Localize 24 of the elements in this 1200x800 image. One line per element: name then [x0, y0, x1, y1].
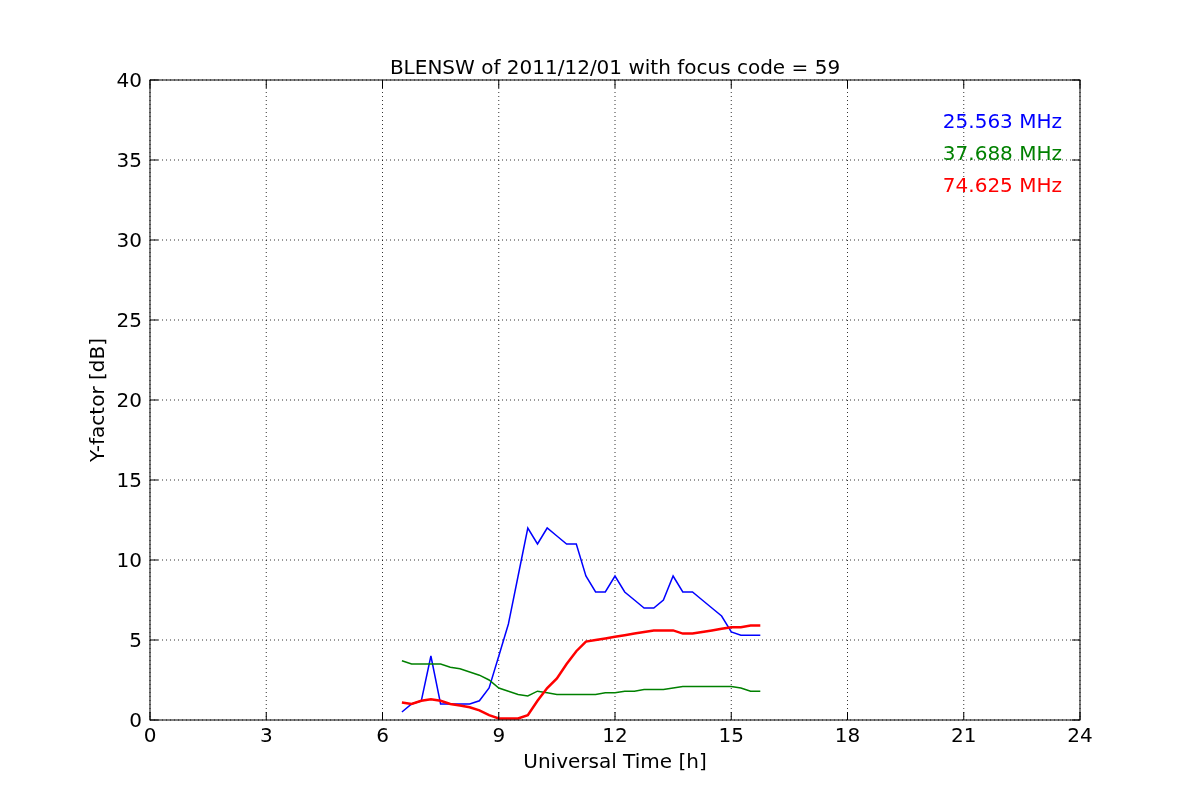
axis-tick-label: 35 — [116, 148, 142, 172]
axis-tick-label: 24 — [1067, 723, 1093, 747]
axis-tick-label: 10 — [116, 548, 142, 572]
axis-tick-label: 9 — [492, 723, 506, 747]
axis-tick-label: 21 — [951, 723, 977, 747]
axis-tick-label: 40 — [116, 68, 142, 92]
axis-tick-label: 15 — [116, 468, 142, 492]
axis-tick-label: 20 — [116, 388, 142, 412]
axis-tick-label: 0 — [143, 723, 157, 747]
axis-tick-label: 12 — [602, 723, 628, 747]
axis-tick-label: 5 — [129, 628, 142, 652]
axis-tick-label: 15 — [718, 723, 744, 747]
axis-tick-label: 25 — [116, 308, 142, 332]
axis-tick-label: 3 — [259, 723, 273, 747]
chart-title: BLENSW of 2011/12/01 with focus code = 59 — [389, 55, 841, 79]
y-axis-label: Y-factor [dB] — [85, 338, 109, 462]
axis-tick-label: 6 — [376, 723, 389, 747]
legend-label: 37.688 MHz — [942, 141, 1062, 165]
axis-tick-label: 0 — [129, 708, 142, 732]
axis-tick-label: 30 — [116, 228, 142, 252]
legend-label: 25.563 MHz — [942, 109, 1062, 133]
x-axis-label: Universal Time [h] — [523, 749, 707, 773]
axis-tick-label: 18 — [834, 723, 861, 747]
legend-label: 74.625 MHz — [942, 173, 1062, 197]
